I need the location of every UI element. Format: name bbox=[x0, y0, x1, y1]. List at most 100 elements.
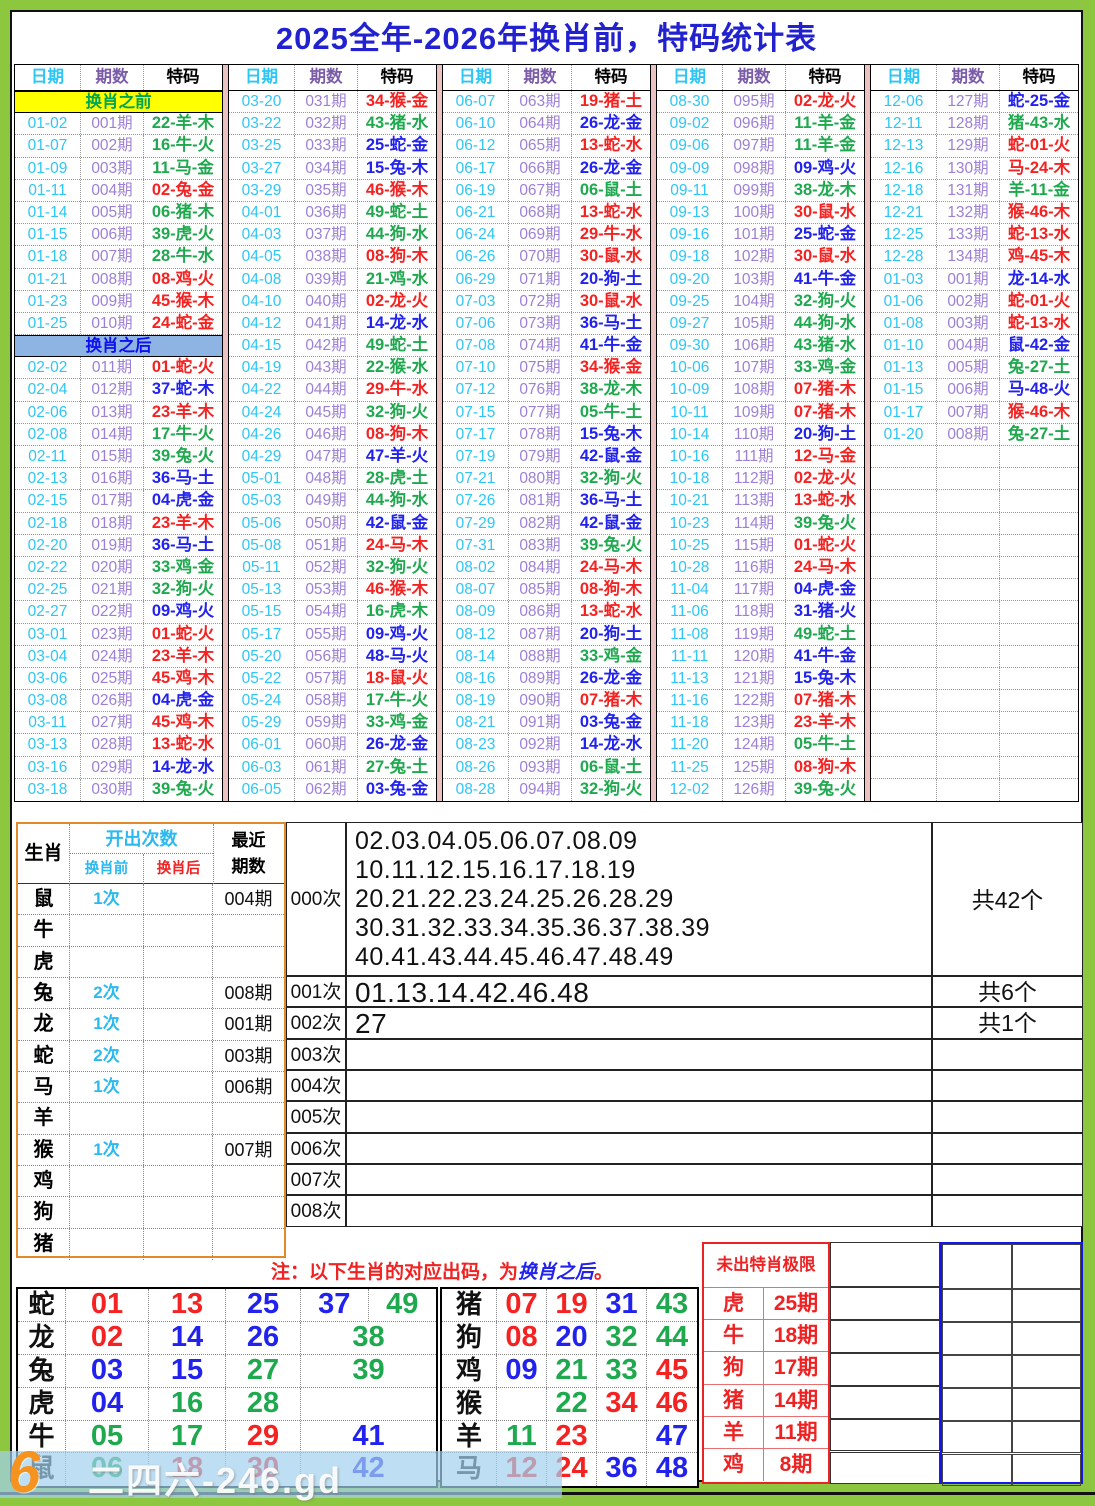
special-code: 17-牛-火 bbox=[151, 424, 215, 443]
result-row bbox=[871, 690, 1078, 713]
recent-period: 006期 bbox=[224, 1076, 273, 1097]
map-number: 25 bbox=[226, 1289, 301, 1321]
draw-period: 071期 bbox=[509, 268, 572, 290]
draw-date: 01-15 bbox=[15, 224, 81, 246]
special-code: 猪-43-水 bbox=[1007, 114, 1071, 133]
result-row: 10-28 116期 24-马-木 bbox=[657, 556, 864, 580]
draw-period: 001期 bbox=[937, 268, 1000, 290]
draw-date: 06-01 bbox=[229, 734, 295, 756]
special-code: 17-牛-火 bbox=[365, 691, 429, 710]
draw-date: 10-18 bbox=[657, 468, 723, 490]
stats-row: 马 1次 006期 bbox=[18, 1071, 284, 1104]
result-row: 02-13 016期 36-马-土 bbox=[15, 468, 222, 491]
draw-period: 060期 bbox=[295, 734, 358, 756]
map-number: 39 bbox=[352, 1354, 385, 1386]
empty-cell bbox=[830, 1352, 940, 1386]
draw-period: 077期 bbox=[509, 401, 572, 423]
recent-period-header: 最近 期数 bbox=[213, 824, 283, 884]
draw-date: 09-25 bbox=[657, 290, 723, 312]
special-code: 13-蛇-水 bbox=[579, 602, 643, 621]
recent-period: 003期 bbox=[224, 1045, 273, 1066]
special-code: 32-狗-火 bbox=[793, 291, 857, 310]
draw-period: 070期 bbox=[509, 246, 572, 268]
after-count bbox=[144, 977, 213, 1009]
special-code: 19-猪-土 bbox=[579, 92, 643, 110]
draw-date: 07-19 bbox=[443, 446, 509, 468]
zodiac-name: 马 bbox=[18, 1071, 70, 1103]
draw-period: 097期 bbox=[723, 135, 786, 157]
empty-cell bbox=[830, 1287, 940, 1320]
special-code: 30-鼠-水 bbox=[579, 291, 643, 310]
result-row bbox=[871, 446, 1078, 469]
draw-period bbox=[937, 712, 1000, 734]
draw-period: 034期 bbox=[295, 157, 358, 179]
special-code: 23-羊-木 bbox=[151, 513, 215, 532]
result-row: 08-19 090期 07-猪-木 bbox=[443, 690, 650, 713]
special-code: 20-狗-土 bbox=[579, 269, 643, 288]
empty-cell bbox=[830, 1242, 940, 1287]
stats-row: 虎 bbox=[18, 946, 284, 978]
draw-period: 005期 bbox=[937, 357, 1000, 379]
map-number: 05 bbox=[66, 1420, 149, 1453]
draw-date: 02-13 bbox=[15, 468, 81, 490]
draw-period: 006期 bbox=[937, 379, 1000, 401]
draw-date: 02-11 bbox=[15, 446, 81, 468]
numbers-cell bbox=[346, 1132, 932, 1164]
recent-period bbox=[213, 1103, 284, 1133]
map-number: 21 bbox=[547, 1354, 597, 1387]
map-number bbox=[497, 1387, 547, 1420]
draw-period bbox=[937, 756, 1000, 778]
special-code: 06-鼠-土 bbox=[579, 757, 643, 776]
map-zodiac: 猴 bbox=[442, 1387, 497, 1420]
draw-period: 012期 bbox=[81, 379, 144, 401]
draw-period: 029期 bbox=[81, 756, 144, 778]
draw-date: 06-26 bbox=[443, 246, 509, 268]
result-row: 07-19 079期 42-鼠-金 bbox=[443, 446, 650, 469]
numbers-cell: 01.13.14.42.46.48 bbox=[346, 975, 932, 1008]
watermark-site-link[interactable]: 二四六-246.gd bbox=[88, 1452, 342, 1504]
result-row: 10-14 110期 20-狗-土 bbox=[657, 423, 864, 446]
special-code: 39-虎-火 bbox=[151, 225, 215, 244]
result-row: 04-26 046期 08-狗-木 bbox=[229, 423, 436, 446]
result-row: 03-13 028期 13-蛇-水 bbox=[15, 734, 222, 757]
result-block: 日期 期数 特码 12-06 127期 蛇-25-金 12-11 128期 猪-43-水 12-1… bbox=[870, 64, 1079, 802]
empty-cell bbox=[942, 1387, 1012, 1421]
result-row bbox=[871, 468, 1078, 491]
before-count bbox=[70, 946, 144, 977]
result-row: 10-25 115期 01-蛇-火 bbox=[657, 534, 864, 557]
draw-period: 095期 bbox=[723, 91, 786, 113]
special-code: 05-牛-土 bbox=[793, 735, 857, 754]
draw-period: 092期 bbox=[509, 734, 572, 756]
draw-date: 01-07 bbox=[15, 135, 81, 157]
draw-period: 053期 bbox=[295, 579, 358, 601]
blue-box-col-1 bbox=[942, 1244, 1012, 1487]
result-row: 12-02 126期 39-兔-火 bbox=[657, 778, 864, 801]
map-number: 22 bbox=[547, 1387, 597, 1420]
draw-date: 05-03 bbox=[229, 490, 295, 512]
draw-date: 11-08 bbox=[657, 623, 723, 645]
result-row: 08-26 093期 06-鼠-土 bbox=[443, 756, 650, 779]
limit-periods: 18期 bbox=[773, 1324, 819, 1348]
draw-period: 061期 bbox=[295, 756, 358, 778]
code-column-header: 特码 bbox=[166, 68, 200, 86]
result-row: 02-08 014期 17-牛-火 bbox=[15, 423, 222, 446]
draw-period: 019期 bbox=[81, 534, 144, 556]
before-count bbox=[70, 1228, 144, 1260]
result-row bbox=[871, 712, 1078, 735]
result-row: 11-06 118期 31-猪-火 bbox=[657, 601, 864, 624]
code-column-header: 特码 bbox=[594, 68, 628, 86]
map-zodiac: 鸡 bbox=[442, 1354, 497, 1387]
special-code: 09-鸡-火 bbox=[151, 602, 215, 621]
result-row: 06-12 065期 13-蛇-水 bbox=[443, 135, 650, 158]
special-code: 01-蛇-火 bbox=[151, 624, 215, 643]
result-row: 10-09 108期 07-猪-木 bbox=[657, 379, 864, 402]
limit-row: 牛 18期 bbox=[704, 1320, 828, 1353]
total-count-cell bbox=[932, 1195, 1083, 1227]
numbers-cell: 27 bbox=[346, 1007, 932, 1039]
after-count bbox=[144, 1197, 213, 1228]
undrawn-zodiac-limit-title: 未出特肖极限 bbox=[704, 1244, 828, 1288]
result-row: 06-19 067期 06-鼠-土 bbox=[443, 179, 650, 202]
recent-period bbox=[213, 915, 284, 945]
result-row: 02-25 021期 32-狗-火 bbox=[15, 579, 222, 602]
special-code: 45-鸡-木 bbox=[151, 713, 215, 732]
